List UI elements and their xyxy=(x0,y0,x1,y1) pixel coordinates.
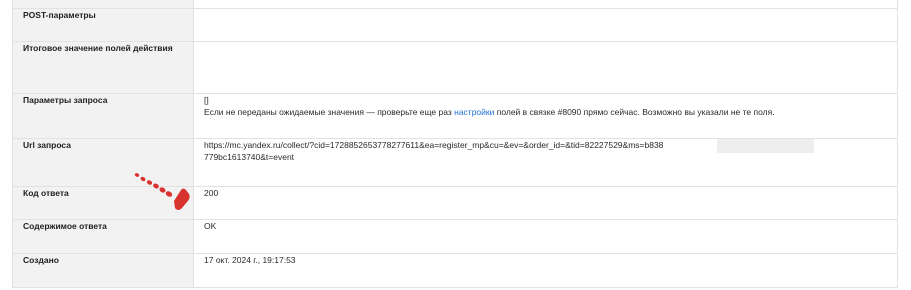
post-params-value xyxy=(193,8,898,42)
table-row-top-edge xyxy=(12,0,898,9)
table-row: Итоговое значение полей действия xyxy=(12,41,898,94)
request-url-value: https://mc.yandex.ru/collect/?cid=172885… xyxy=(193,138,898,187)
table-row: Создано 17 окт. 2024 г., 19:17:53 xyxy=(12,253,898,288)
request-url-text: https://mc.yandex.ru/collect/?cid=172885… xyxy=(204,140,664,150)
request-details-panel: POST-параметры Итоговое значение полей д… xyxy=(0,0,911,290)
result-fields-value xyxy=(193,41,898,94)
response-body-label: Содержимое ответа xyxy=(12,219,194,254)
response-body-value: OK xyxy=(193,219,898,254)
table-row: POST-параметры xyxy=(12,8,898,42)
request-params-json: [] xyxy=(204,95,209,105)
annotation-arrow-icon xyxy=(134,173,190,210)
response-code-value: 200 xyxy=(193,186,898,220)
created-value: 17 окт. 2024 г., 19:17:53 xyxy=(193,253,898,288)
result-fields-label: Итоговое значение полей действия xyxy=(12,41,194,94)
created-label: Создано xyxy=(12,253,194,288)
table-row: Параметры запроса [] Если не переданы ож… xyxy=(12,93,898,139)
request-details-table: POST-параметры Итоговое значение полей д… xyxy=(12,0,898,288)
redacted-area xyxy=(717,139,814,153)
post-params-label: POST-параметры xyxy=(12,8,194,42)
settings-link[interactable]: настройки xyxy=(454,107,494,117)
request-params-hint: Если не переданы ожидаемые значения — пр… xyxy=(204,107,775,117)
request-params-value: [] Если не переданы ожидаемые значения —… xyxy=(193,93,898,139)
request-params-label: Параметры запроса xyxy=(12,93,194,139)
table-row: Содержимое ответа OK xyxy=(12,219,898,254)
